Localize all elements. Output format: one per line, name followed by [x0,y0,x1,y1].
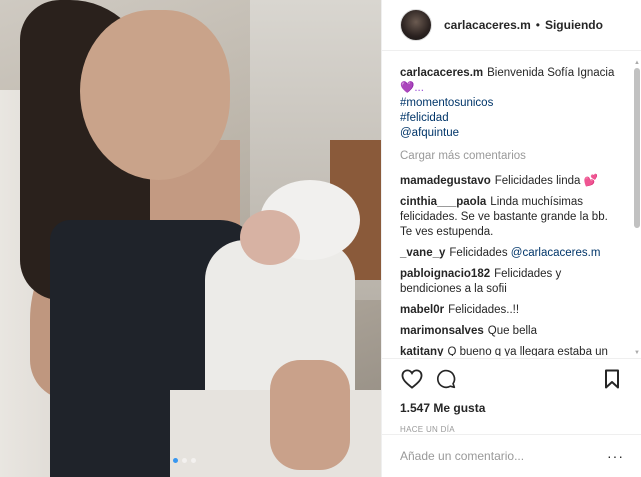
comment-emoji: 💕 [583,175,598,187]
carousel-dot[interactable] [173,458,178,463]
caption-text: Bienvenida Sofía Ignacia [487,67,615,79]
header-username[interactable]: carlacaceres.m [444,18,531,32]
load-more-comments-link[interactable]: Cargar más comentarios [400,149,622,164]
comment-username[interactable]: mabel0r [400,304,444,316]
header-separator: • [535,18,540,32]
comment-item: marimonsalves Que bella [400,324,622,339]
comment-username[interactable]: marimonsalves [400,325,484,337]
scroll-up-arrow-icon[interactable]: ▲ [634,60,640,66]
heart-icon[interactable] [400,367,424,391]
carousel-dot[interactable] [182,458,187,463]
likes-count[interactable]: 1.547 Me gusta [400,401,624,415]
caption-username[interactable]: carlacaceres.m [400,67,483,79]
follow-status-button[interactable]: Siguiendo [545,18,603,32]
add-comment-bar: ··· [382,434,641,477]
scroll-down-arrow-icon[interactable]: ▼ [634,350,640,356]
post-header: carlacaceres.m • Siguiendo [382,0,641,51]
comment-item: mamadegustavo Felicidades linda 💕 [400,174,622,189]
post-actions: 1.547 Me gusta HACE UN DÍA [382,358,641,434]
action-icons-row [400,367,624,391]
carousel-dots [173,458,196,463]
comment-username[interactable]: cinthia___paola [400,196,486,208]
comment-text: Felicidades linda [494,175,581,187]
comment-username[interactable]: _vane_y [400,247,445,259]
avatar[interactable] [400,9,432,41]
post-photo[interactable] [0,0,381,477]
comment-username[interactable]: mamadegustavo [400,175,491,187]
comment-item: katitanyQ bueno q ya llegara estaba un p… [400,345,622,356]
caption: carlacaceres.m Bienvenida Sofía Ignacia 💜… [400,66,622,141]
comment-item: cinthia___paola Linda muchísimas felicida… [400,195,622,240]
photo-baby-face [240,210,300,265]
more-options-icon[interactable]: ··· [607,448,624,464]
caption-hashtag[interactable]: #felicidad [400,111,622,126]
bookmark-icon[interactable] [600,367,624,391]
comment-input[interactable] [400,449,607,463]
comment-item: mabel0r Felicidades..!! [400,303,622,318]
comment-mention[interactable]: @carlacaceres.m [511,247,601,259]
carousel-dot[interactable] [191,458,196,463]
comment-item: _vane_y Felicidades @carlacaceres.m [400,246,622,261]
comment-text: Que bella [487,325,537,337]
comment-username[interactable]: katitany [400,346,443,356]
comment-text: Felicidades..!! [448,304,520,316]
instagram-post-modal: carlacaceres.m • Siguiendo carlacaceres.… [0,0,641,477]
photo-arm [270,360,350,470]
scroll-thumb[interactable] [634,68,640,228]
comment-username[interactable]: pabloignacio182 [400,268,490,280]
post-side-panel: carlacaceres.m • Siguiendo carlacaceres.… [381,0,641,477]
caption-hashtag[interactable]: #momentosunicos [400,96,622,111]
post-timestamp[interactable]: HACE UN DÍA [400,425,624,434]
caption-mention[interactable]: @afquintue [400,126,622,141]
comment-text: Felicidades [449,247,508,259]
comments-list[interactable]: carlacaceres.m Bienvenida Sofía Ignacia 💜… [382,60,634,356]
caption-emoji: 💜... [400,82,424,94]
comment-item: pabloignacio182 Felicidades y bendiciones… [400,267,622,297]
comment-icon[interactable] [434,367,458,391]
comments-scrollbar[interactable]: ▲ ▼ [634,60,640,356]
